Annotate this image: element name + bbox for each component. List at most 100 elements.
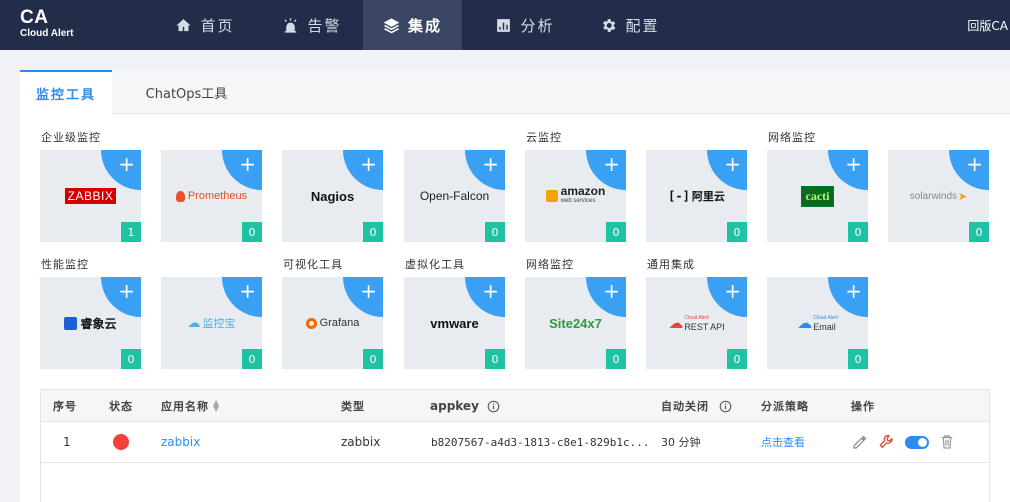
category-network: 网络监控 <box>768 131 816 144</box>
plus-icon[interactable]: + <box>118 280 135 302</box>
plus-icon[interactable]: + <box>239 280 256 302</box>
cloud-outline-icon: ☁ <box>797 314 813 332</box>
plus-icon[interactable]: + <box>118 153 135 175</box>
plus-icon[interactable]: + <box>360 280 377 302</box>
zabbix-logo-text: ZABBIX <box>64 188 117 204</box>
header-app-name-label: 应用名称 <box>161 400 209 413</box>
wrench-icon[interactable] <box>878 433 896 451</box>
solarwinds-flare-icon: ➤ <box>958 189 968 203</box>
integration-card-cacti[interactable]: + cacti 0 <box>767 150 868 242</box>
integration-card-site24x7[interactable]: + Site24x7 0 <box>525 277 626 369</box>
integration-count: 0 <box>848 349 868 369</box>
integrations-table: 序号 状态 应用名称 ▲ ▼ 类型 appkey 自动关闭 分派策略 操作 1 z… <box>40 389 990 502</box>
sort-icon[interactable]: ▲ ▼ <box>213 399 220 413</box>
bar-chart-icon <box>497 18 511 32</box>
row-divider <box>41 462 989 463</box>
brand-main: CA <box>20 7 49 28</box>
tab-monitoring-tools[interactable]: 监控工具 <box>20 70 112 115</box>
category-virtualization: 虚拟化工具 <box>405 258 465 271</box>
integration-count: 0 <box>727 222 747 242</box>
aws-cubes-icon <box>545 190 558 202</box>
plus-icon[interactable]: + <box>845 153 862 175</box>
integration-card-zabbix[interactable]: + ZABBIX 1 <box>40 150 141 242</box>
enable-toggle[interactable] <box>905 435 929 449</box>
integration-card-prometheus[interactable]: + Prometheus 0 <box>161 150 262 242</box>
cloud-outline-icon: ☁ <box>668 314 684 332</box>
trash-icon[interactable] <box>938 433 956 451</box>
nav-analysis-label: 分析 <box>520 16 555 35</box>
integration-count: 0 <box>485 349 505 369</box>
email-logo: ☁ Cloud Alert Email <box>767 307 868 339</box>
integration-count: 0 <box>606 349 626 369</box>
rest-api-logo-text: REST API <box>684 322 725 332</box>
home-icon <box>176 18 192 31</box>
nav-integration-label: 集成 <box>407 16 442 35</box>
nav-config[interactable]: 配置 <box>585 0 675 50</box>
integration-card-grafana[interactable]: + Grafana 0 <box>282 277 383 369</box>
jiankongbao-logo-text: 监控宝 <box>202 317 236 330</box>
alarm-light-icon <box>284 17 298 33</box>
plus-icon[interactable]: + <box>724 153 741 175</box>
header-actions: 操作 <box>851 400 875 413</box>
plus-icon[interactable]: + <box>603 280 620 302</box>
flame-icon <box>175 190 185 202</box>
nagios-logo: Nagios <box>282 180 383 212</box>
nav-integration[interactable]: 集成 <box>363 0 462 50</box>
nav-analysis[interactable]: 分析 <box>480 0 570 50</box>
header-app-name[interactable]: 应用名称 ▲ ▼ <box>161 390 220 422</box>
tab-chatops-tools[interactable]: ChatOps工具 <box>124 70 249 114</box>
plus-icon[interactable]: + <box>239 153 256 175</box>
cacti-logo-text: cacti <box>800 185 835 207</box>
cell-app-name-link[interactable]: zabbix <box>161 422 200 462</box>
nav-alerts[interactable]: 告警 <box>262 0 362 50</box>
integration-count: 0 <box>727 349 747 369</box>
plus-icon[interactable]: + <box>482 280 499 302</box>
gear-icon <box>603 18 616 32</box>
info-icon[interactable] <box>487 400 500 413</box>
brand-logo[interactable]: CA Cloud Alert <box>20 8 74 40</box>
nav-home[interactable]: 首页 <box>155 0 255 50</box>
grafana-logo-text: Grafana <box>319 317 360 329</box>
email-logo-text: Email <box>813 322 836 332</box>
cell-index: 1 <box>63 435 71 449</box>
plus-icon[interactable]: + <box>482 153 499 175</box>
aliyun-bracket-icon: [-] <box>668 189 690 203</box>
integration-card-solarwinds[interactable]: + solarwinds ➤ 0 <box>888 150 989 242</box>
integration-card-vmware[interactable]: + vmware 0 <box>404 277 505 369</box>
old-version-link[interactable]: 回版CA <box>967 17 1008 34</box>
cacti-logo: cacti <box>767 180 868 212</box>
plus-icon[interactable]: + <box>845 280 862 302</box>
plus-icon[interactable]: + <box>724 280 741 302</box>
ruixiang-icon <box>64 316 78 330</box>
vmware-logo-text: vmware <box>430 315 479 331</box>
plus-icon[interactable]: + <box>603 153 620 175</box>
integration-count: 0 <box>242 222 262 242</box>
cell-actions <box>851 422 956 462</box>
edit-pencil-icon[interactable] <box>851 433 869 451</box>
integration-card-email[interactable]: + ☁ Cloud Alert Email 0 <box>767 277 868 369</box>
integration-count: 0 <box>363 349 383 369</box>
integration-card-nagios[interactable]: + Nagios 0 <box>282 150 383 242</box>
integration-card-aliyun[interactable]: + [-] 阿里云 0 <box>646 150 747 242</box>
integration-card-jiankongbao[interactable]: + ☁ 监控宝 0 <box>161 277 262 369</box>
integration-card-ruixiang[interactable]: + 睿象云 0 <box>40 277 141 369</box>
integration-card-rest-api[interactable]: + ☁ Cloud Alert REST API 0 <box>646 277 747 369</box>
plus-icon[interactable]: + <box>966 153 983 175</box>
solarwinds-logo: solarwinds ➤ <box>888 180 989 212</box>
grafana-logo: Grafana <box>282 307 383 339</box>
category-cloud: 云监控 <box>526 131 562 144</box>
integration-card-open-falcon[interactable]: + Open-Falcon 0 <box>404 150 505 242</box>
layers-icon <box>383 17 400 33</box>
grafana-swirl-icon <box>305 317 317 329</box>
aliyun-logo: [-] 阿里云 <box>646 180 747 212</box>
cell-strategy-link[interactable]: 点击查看 <box>761 422 805 462</box>
tab-bar: 监控工具 ChatOps工具 <box>20 70 1010 115</box>
integration-count: 0 <box>363 222 383 242</box>
header-status: 状态 <box>109 400 133 413</box>
aws-logo: amazon web services <box>525 180 626 212</box>
plus-icon[interactable]: + <box>360 153 377 175</box>
category-enterprise: 企业级监控 <box>41 131 101 144</box>
nagios-logo-text: Nagios <box>310 188 355 204</box>
info-icon[interactable] <box>719 400 732 413</box>
integration-card-aws[interactable]: + amazon web services 0 <box>525 150 626 242</box>
